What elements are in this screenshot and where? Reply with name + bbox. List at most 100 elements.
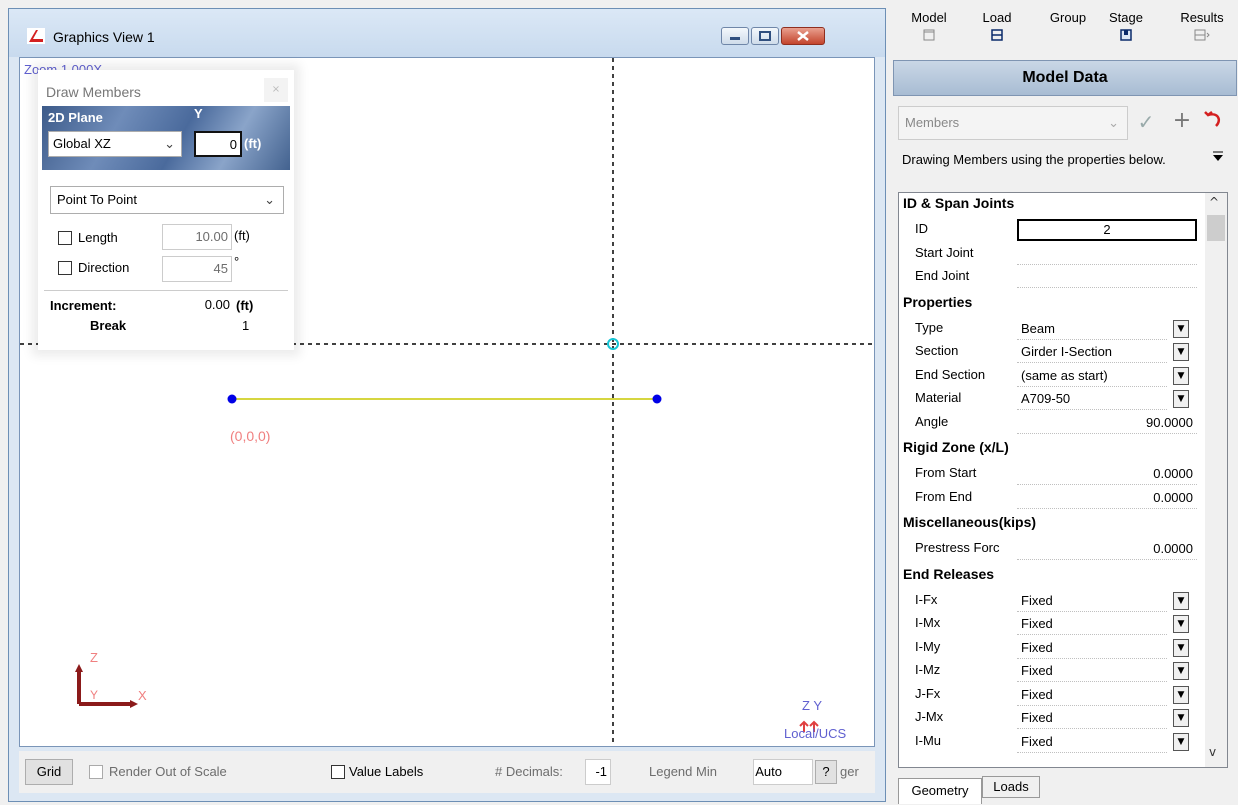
- scroll-thumb[interactable]: [1207, 215, 1225, 241]
- plane-section: 2D Plane Y Global XZ ⌄ 0 (ft): [42, 106, 290, 170]
- axis-z-label: Z: [90, 650, 98, 665]
- grid-row-value[interactable]: 0.0000: [1017, 538, 1197, 560]
- dropdown-arrow-icon[interactable]: ▼: [1173, 709, 1189, 727]
- dropdown-arrow-icon[interactable]: ▼: [1173, 366, 1189, 385]
- dropdown-arrow-icon[interactable]: ▼: [1173, 615, 1189, 633]
- tab-loads-label: Loads: [993, 779, 1029, 794]
- tab-model-label: Model: [911, 10, 947, 25]
- grid-row-value[interactable]: [1017, 243, 1197, 265]
- length-unit: (ft): [234, 228, 250, 243]
- grid-row-label: From Start: [915, 465, 977, 480]
- grid-row-value[interactable]: Fixed: [1017, 684, 1167, 706]
- length-input[interactable]: 10.00: [162, 224, 232, 250]
- close-button[interactable]: [781, 27, 825, 45]
- scroll-down-icon[interactable]: v: [1209, 745, 1216, 759]
- chevron-down-icon: ⌄: [164, 136, 175, 151]
- grid-row-label: J-Fx: [915, 685, 941, 701]
- break-label: Break: [90, 318, 127, 333]
- grid-row-value[interactable]: 90.0000: [1017, 412, 1197, 434]
- render-out-of-scale-checkbox[interactable]: [89, 765, 103, 779]
- grid-row-value[interactable]: [1017, 266, 1197, 288]
- mode-select[interactable]: Point To Point ⌄: [50, 186, 284, 214]
- dropdown-arrow-icon[interactable]: ▼: [1173, 319, 1189, 338]
- grid-row-label: I-Mu: [915, 732, 941, 748]
- length-checkbox[interactable]: [58, 231, 72, 245]
- draw-members-title: Draw Members: [46, 84, 141, 100]
- dropdown-arrow-icon[interactable]: ▼: [1173, 662, 1189, 680]
- grid-row-value[interactable]: (same as start): [1017, 365, 1167, 387]
- tab-stage-label: Stage: [1109, 10, 1143, 25]
- y-input[interactable]: 0: [194, 131, 242, 157]
- chevron-down-icon: ⌄: [1108, 115, 1119, 130]
- model-data-header: Model Data: [893, 60, 1237, 96]
- dropdown-arrow-icon[interactable]: ▼: [1173, 390, 1189, 408]
- apply-check-icon[interactable]: ✓: [1134, 110, 1158, 134]
- grid-row-value[interactable]: Fixed: [1017, 637, 1167, 659]
- grid-row-value[interactable]: Girder I-Section: [1017, 341, 1167, 363]
- panel-close-icon[interactable]: ×: [264, 78, 288, 102]
- maximize-button[interactable]: [751, 27, 779, 45]
- tab-load-label: Load: [982, 10, 1012, 25]
- value-labels-label: Value Labels: [349, 764, 424, 779]
- grid-row-value[interactable]: Fixed: [1017, 707, 1167, 729]
- grid-row-value[interactable]: Fixed: [1017, 590, 1167, 612]
- app-logo-icon: [27, 28, 45, 44]
- grid-row-value[interactable]: 0.0000: [1017, 463, 1197, 485]
- tab-stage[interactable]: Stage: [1098, 10, 1154, 44]
- grid-section-title: Properties: [903, 293, 973, 310]
- decimals-input[interactable]: -1: [585, 759, 611, 785]
- grid-section-title: ID & Span Joints: [903, 195, 1015, 211]
- grid-row-value[interactable]: Fixed: [1017, 731, 1167, 753]
- property-grid: ID & Span Joints ID 2 Start Joint End Joint P…: [898, 192, 1228, 768]
- mode-select-value: Point To Point: [57, 192, 137, 207]
- grid-row-value[interactable]: Beam: [1017, 318, 1167, 340]
- grid-row-label: ID: [915, 221, 928, 236]
- dropdown-arrow-icon[interactable]: ▼: [1173, 638, 1189, 657]
- direction-checkbox[interactable]: [58, 261, 72, 275]
- ucs-axes-label: Z Y: [802, 698, 822, 713]
- grid-row-value[interactable]: Fixed: [1017, 660, 1167, 682]
- grid-row-label: I-Mz: [915, 662, 941, 677]
- grid-row-label: End Joint: [915, 268, 970, 283]
- tab-load[interactable]: Load: [972, 10, 1022, 44]
- dropdown-arrow-icon[interactable]: ▼: [1173, 732, 1189, 751]
- grid-button[interactable]: Grid: [25, 759, 73, 785]
- grid-row-value[interactable]: 2: [1017, 219, 1197, 241]
- grid-row-label: Type: [915, 319, 944, 335]
- tab-geometry[interactable]: Geometry: [898, 778, 982, 804]
- help-button[interactable]: ?: [815, 760, 837, 784]
- dropdown-arrow-icon[interactable]: ▼: [1173, 591, 1189, 610]
- grid-row-value[interactable]: Fixed: [1017, 613, 1167, 635]
- divider: [44, 290, 288, 291]
- member-type-select[interactable]: Members ⌄: [898, 106, 1128, 140]
- legend-min-input[interactable]: Auto: [753, 759, 813, 785]
- plane-label: 2D Plane: [48, 110, 103, 125]
- undo-icon[interactable]: [1200, 108, 1226, 134]
- grid-row-label: I-Mx: [915, 615, 941, 630]
- tab-loads[interactable]: Loads: [982, 776, 1040, 798]
- grid-row-value[interactable]: 0.0000: [1017, 487, 1197, 509]
- description-dropdown-icon[interactable]: [1210, 150, 1226, 164]
- break-value[interactable]: 1: [242, 318, 249, 333]
- dropdown-arrow-icon[interactable]: ▼: [1173, 343, 1189, 361]
- legend-truncated-label: ger: [840, 764, 859, 779]
- grid-scrollbar[interactable]: ^ v: [1205, 193, 1227, 767]
- minimize-button[interactable]: [721, 27, 749, 45]
- tab-group-label: Group: [1049, 10, 1087, 25]
- grid-row-value[interactable]: A709-50: [1017, 388, 1167, 410]
- tab-results[interactable]: Results: [1172, 10, 1232, 44]
- plane-select[interactable]: Global XZ ⌄: [48, 131, 182, 157]
- add-plus-icon[interactable]: +: [1170, 108, 1194, 133]
- increment-input[interactable]: 0.00: [158, 294, 234, 316]
- tab-geometry-label: Geometry: [911, 783, 969, 798]
- grid-row-label: From End: [915, 488, 973, 504]
- dropdown-arrow-icon[interactable]: ▼: [1173, 685, 1189, 704]
- tab-model[interactable]: Model: [904, 10, 954, 44]
- scroll-up-icon[interactable]: ^: [1209, 195, 1219, 209]
- y-label: Y: [194, 106, 203, 121]
- tab-group[interactable]: Group: [1040, 10, 1096, 25]
- render-out-of-scale-label: Render Out of Scale: [109, 764, 227, 779]
- direction-input[interactable]: 45: [162, 256, 232, 282]
- y-unit: (ft): [244, 136, 262, 151]
- value-labels-checkbox[interactable]: [331, 765, 345, 779]
